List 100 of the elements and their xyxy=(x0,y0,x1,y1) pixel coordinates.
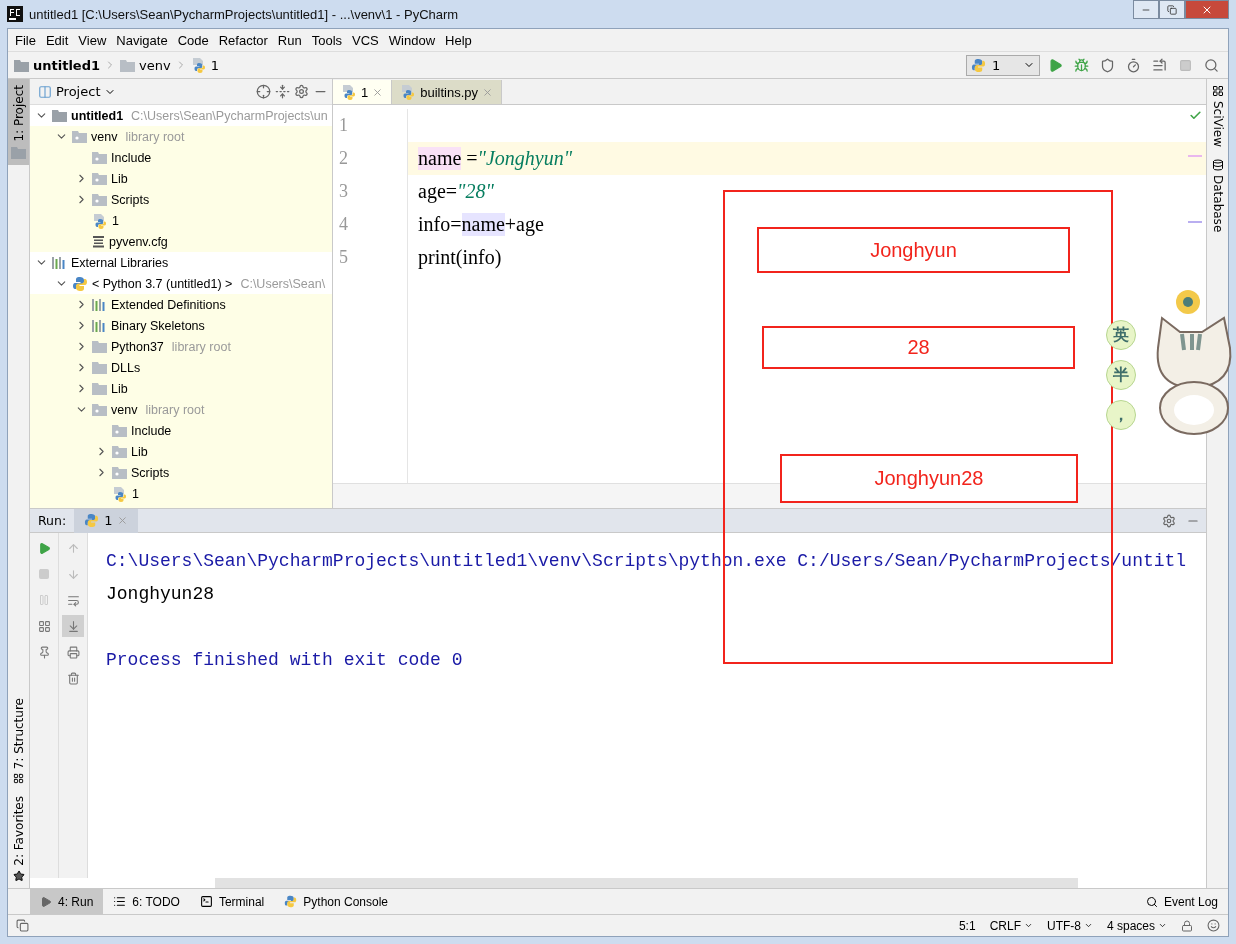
tool-window-tab[interactable]: Python Console xyxy=(274,888,399,915)
status-item[interactable]: 4 spaces xyxy=(1106,918,1167,933)
python-file-icon xyxy=(92,212,108,229)
tree-row[interactable]: < Python 3.7 (untitled1) > C:\Users\Sean\ xyxy=(30,273,332,294)
run-configuration-dropdown[interactable]: 1 xyxy=(966,54,1040,76)
tree-label: < Python 3.7 (untitled1) > xyxy=(92,276,233,291)
menu-item[interactable]: Window xyxy=(383,32,441,48)
tree-label: Lib xyxy=(111,171,128,186)
tree-label: Python37 xyxy=(111,339,164,354)
smiley-icon[interactable] xyxy=(1207,919,1220,932)
menu-item[interactable]: VCS xyxy=(347,32,384,48)
tree-hint: C:\Users\Sean\PycharmProjects\un xyxy=(131,108,328,123)
menu-item[interactable]: Tools xyxy=(306,32,348,48)
tool-window-tab[interactable]: 2: Favorites xyxy=(8,790,29,888)
tool-window-tab[interactable]: 4: Run xyxy=(30,888,104,915)
folder-icon xyxy=(120,58,136,72)
tree-hint: C:\Users\Sean\ xyxy=(240,276,326,291)
python-file-icon xyxy=(341,84,357,100)
run-tab[interactable]: 1 xyxy=(74,508,139,533)
tool-window-tab[interactable]: 7: Structure xyxy=(8,691,29,791)
python-file-icon xyxy=(400,84,417,100)
tree-hint: library root xyxy=(145,402,205,417)
code-token: name xyxy=(418,147,462,170)
scroll-to-end-icon[interactable] xyxy=(62,615,84,637)
star-icon xyxy=(12,870,25,882)
window-title: untitled1 [C:\Users\Sean\PycharmProjects\untitled1] - ...\venv\1 - PyCharm xyxy=(29,6,459,22)
tool-window-tab[interactable]: 1: Project xyxy=(8,79,29,165)
breadcrumb-item[interactable]: venv xyxy=(139,57,171,73)
tree-label: 1 xyxy=(132,486,139,501)
tree-label: Scripts xyxy=(131,465,170,480)
menu-item[interactable]: View xyxy=(73,32,112,48)
list-icon xyxy=(113,895,127,908)
breadcrumb-item[interactable]: 1 xyxy=(210,57,219,73)
editor-tab[interactable]: 1 xyxy=(333,80,393,104)
minimize-button[interactable] xyxy=(1133,0,1159,19)
menu-item[interactable]: Code xyxy=(172,32,214,48)
grid-icon xyxy=(1211,85,1224,97)
code-token: "Jonghyun" xyxy=(477,147,573,170)
tree-label: Scripts xyxy=(111,192,150,207)
status-item[interactable]: CRLF xyxy=(989,918,1033,933)
code-token: +age xyxy=(504,213,544,236)
python-icon xyxy=(284,895,298,908)
caret-icon xyxy=(1158,921,1167,930)
menu-item[interactable]: Edit xyxy=(40,32,74,48)
restore-button[interactable] xyxy=(1159,0,1185,19)
tree-label: External Libraries xyxy=(71,255,169,270)
tree-label: pyvenv.cfg xyxy=(109,234,168,249)
menu-item[interactable]: Help xyxy=(440,32,477,48)
panel-toggle-icon[interactable] xyxy=(16,919,29,932)
folder-icon xyxy=(52,109,67,122)
editor-tab[interactable]: builtins.py xyxy=(392,80,503,104)
folder-icon xyxy=(112,445,127,458)
console-line: Process finished with exit code 0 xyxy=(106,649,464,672)
menu-item[interactable]: Run xyxy=(272,32,307,48)
tree-row[interactable]: External Libraries xyxy=(30,252,332,273)
settings-icon[interactable] xyxy=(294,84,309,99)
lock-icon[interactable] xyxy=(1181,919,1193,932)
folder-icon xyxy=(92,403,107,416)
settings-icon[interactable] xyxy=(1162,513,1176,528)
tree-label: 1 xyxy=(112,213,119,228)
structure-icon xyxy=(13,773,24,785)
code-token: name xyxy=(461,213,505,236)
locate-icon[interactable] xyxy=(256,84,271,99)
collapse-icon[interactable] xyxy=(275,84,290,99)
tool-window-tab[interactable]: Database xyxy=(1207,153,1228,239)
status-item[interactable]: 5:1 xyxy=(958,918,976,933)
line-number: 2 xyxy=(338,147,349,170)
tool-window-tab[interactable]: Terminal xyxy=(189,888,275,915)
folder-icon xyxy=(112,424,127,437)
tree-label: Include xyxy=(131,423,172,438)
event-log-tab[interactable]: Event Log xyxy=(1135,888,1228,915)
line-number: 3 xyxy=(338,180,349,203)
tree-label: venv xyxy=(91,129,118,144)
tool-window-tab[interactable]: SciView xyxy=(1207,79,1228,154)
python-icon xyxy=(84,513,100,528)
annotation-label: Jonghyun28 xyxy=(780,454,1078,503)
code-token: age= xyxy=(418,180,458,203)
tree-hint: library root xyxy=(171,339,231,354)
line-number: 5 xyxy=(338,246,349,269)
tree-hint: library root xyxy=(125,129,185,144)
scrollbar[interactable] xyxy=(215,878,1078,888)
run-label: Run: xyxy=(37,513,68,528)
menu-item[interactable]: File xyxy=(10,32,41,48)
tree-label: Include xyxy=(111,150,152,165)
folder-icon xyxy=(92,172,107,185)
check-icon xyxy=(1189,109,1202,122)
python-icon xyxy=(72,275,88,292)
tool-window-tab[interactable]: 6: TODO xyxy=(103,888,190,915)
menu-item[interactable]: Navigate xyxy=(111,32,173,48)
tree-row[interactable]: untitled1 C:\Users\Sean\PycharmProjects\un xyxy=(30,105,332,126)
breadcrumb-item[interactable]: untitled1 xyxy=(33,57,101,73)
folder-icon xyxy=(72,130,87,143)
console-line: Jonghyun28 xyxy=(106,583,216,606)
annotation-label: 28 xyxy=(762,326,1075,369)
panel-title[interactable]: Project xyxy=(56,84,101,99)
folder-icon xyxy=(92,361,107,374)
status-item[interactable]: UTF-8 xyxy=(1046,918,1093,933)
folder-icon xyxy=(112,466,127,479)
menu-item[interactable]: Refactor xyxy=(213,32,273,48)
close-icon[interactable] xyxy=(372,86,384,98)
